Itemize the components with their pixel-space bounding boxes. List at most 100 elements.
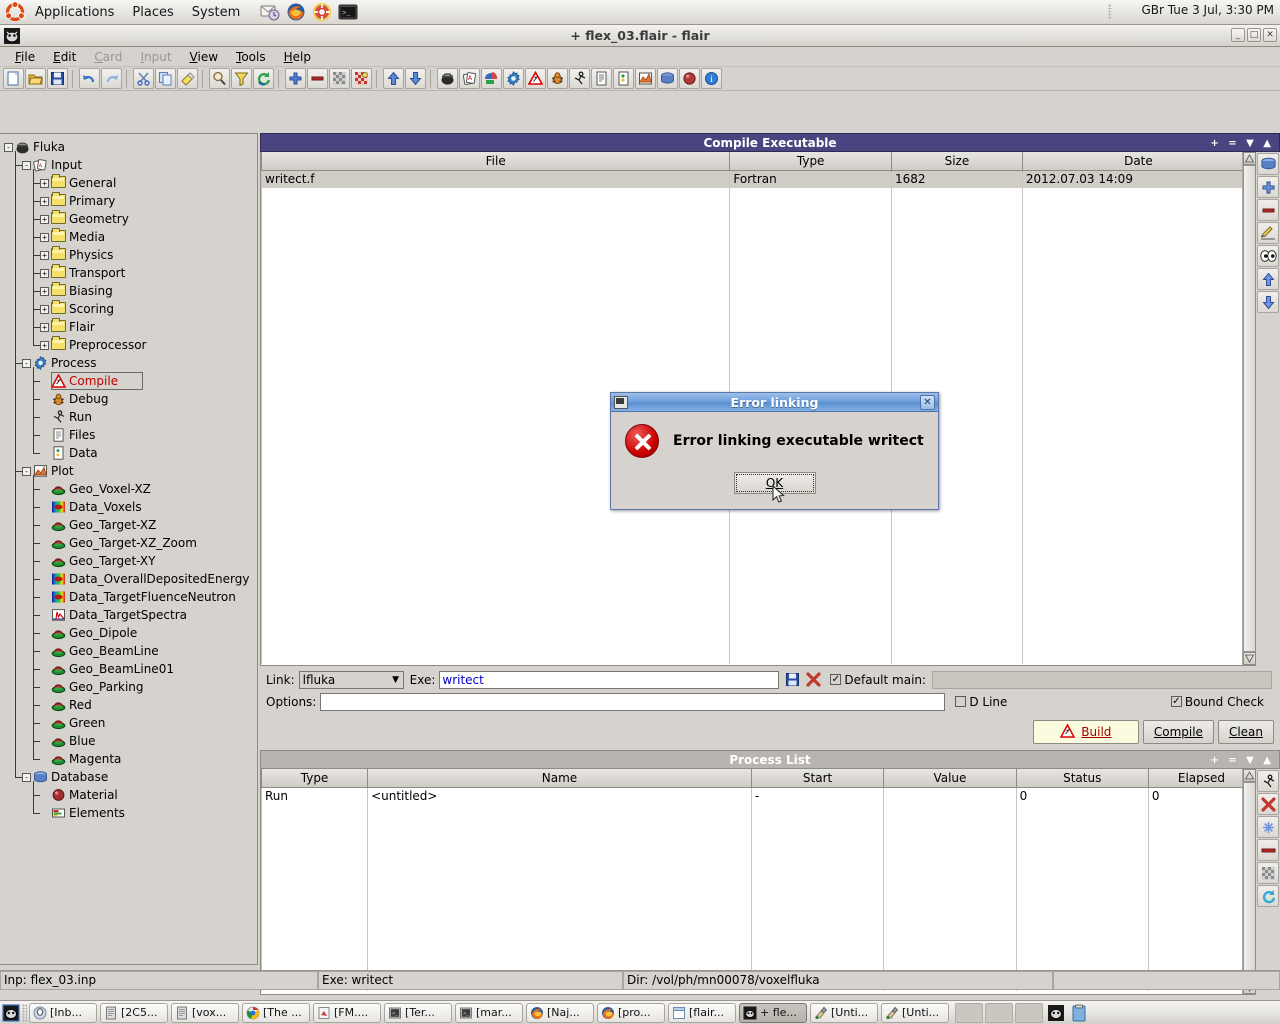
move-up-icon[interactable] <box>1257 268 1279 290</box>
tree-item-general[interactable]: + General <box>4 174 257 192</box>
add-plus-icon[interactable] <box>285 68 306 89</box>
tree-item-run[interactable]: Run <box>4 408 257 426</box>
expand-toggle-icon[interactable]: + <box>40 250 49 260</box>
compile-button[interactable]: Compile <box>1142 720 1214 744</box>
info-icon[interactable]: i <box>701 68 722 89</box>
run-person-icon[interactable] <box>1257 770 1279 792</box>
table-row[interactable]: writect.f Fortran 1682 2012.07.03 14:09 <box>261 170 1255 188</box>
menu-file[interactable]: File <box>6 48 44 66</box>
taskbar-button[interactable]: [Naj... <box>526 1002 594 1023</box>
process-list-table[interactable]: Type Name Start Value Status Elapsed Run… <box>261 769 1255 991</box>
ubuntu-logo-icon[interactable] <box>4 1 26 22</box>
plot-chart-icon[interactable] <box>635 68 656 89</box>
sync-cyan-icon[interactable] <box>1257 885 1279 907</box>
process-gear-icon[interactable] <box>503 68 524 89</box>
expand-toggle-icon[interactable]: + <box>40 286 49 296</box>
tree-item-preprocessor[interactable]: + Preprocessor <box>4 336 257 354</box>
table-row[interactable]: Run <untitled> - 0 0 <box>261 787 1255 805</box>
taskbar-button[interactable]: [FM.... <box>313 1002 381 1023</box>
tree-item-flair[interactable]: + Flair <box>4 318 257 336</box>
tree-item-input[interactable]: - A Input <box>4 156 257 174</box>
tree-item-geo-target-xy[interactable]: Geo_Target-XY <box>4 552 257 570</box>
bound-check-checkbox[interactable]: ✓ <box>1170 696 1182 707</box>
system-menu[interactable]: System <box>184 3 248 22</box>
files-doc-icon[interactable] <box>591 68 612 89</box>
taskbar-button[interactable]: >_ [Ter... <box>384 1002 452 1023</box>
tree-item-geo-parking[interactable]: Geo_Parking <box>4 678 257 696</box>
scroll-thumb[interactable] <box>1243 782 1255 981</box>
database-icon[interactable] <box>657 68 678 89</box>
copy-icon[interactable] <box>155 68 176 89</box>
dialog-titlebar[interactable]: Error linking ✕ <box>611 393 938 412</box>
flair-tray-icon[interactable] <box>1047 1004 1065 1022</box>
fluka-pot-icon[interactable] <box>437 68 458 89</box>
column-header-start[interactable]: Start <box>750 769 885 788</box>
collapse-toggle-icon[interactable]: - <box>22 772 31 782</box>
remove-minus-icon[interactable] <box>307 68 328 89</box>
tree-item-process[interactable]: - Process <box>4 354 257 372</box>
tree-item-biasing[interactable]: + Biasing <box>4 282 257 300</box>
tree-item-geo-beamline[interactable]: Geo_BeamLine <box>4 642 257 660</box>
process-panel-header[interactable]: Process List + = ▼ ▲ <box>260 750 1280 769</box>
expand-toggle-icon[interactable]: + <box>40 232 49 242</box>
tree-item-files[interactable]: Files <box>4 426 257 444</box>
expand-toggle-icon[interactable]: + <box>40 304 49 314</box>
column-header-elapsed[interactable]: Elapsed <box>1147 769 1255 788</box>
tree-item-blue[interactable]: Blue <box>4 732 257 750</box>
new-file-icon[interactable] <box>3 68 24 89</box>
scroll-up-arrow[interactable] <box>1243 769 1255 782</box>
edit-pencil-icon[interactable] <box>1257 222 1279 244</box>
database-icon[interactable] <box>1257 153 1279 175</box>
tree-item-compile[interactable]: Compile <box>4 372 257 390</box>
collapse-toggle-icon[interactable]: - <box>22 358 31 368</box>
collapse-toggle-icon[interactable]: - <box>22 466 31 476</box>
default-main-checkbox[interactable]: ✓ <box>830 674 842 685</box>
tree-item-green[interactable]: Green <box>4 714 257 732</box>
taskbar-button[interactable]: [2C5... <box>100 1002 168 1023</box>
exe-input[interactable]: writect <box>439 670 780 689</box>
close-button[interactable]: ✕ <box>1263 28 1277 42</box>
run-person-icon[interactable] <box>569 68 590 89</box>
collapse-toggle-icon[interactable]: - <box>22 160 31 170</box>
tree-item-geo-beamline01[interactable]: Geo_BeamLine01 <box>4 660 257 678</box>
column-header-value[interactable]: Value <box>883 769 1017 788</box>
navigation-tree[interactable]: - Fluka - A Input + General + Primary + Geometry + M… <box>0 133 258 965</box>
undo-icon[interactable] <box>79 68 100 89</box>
tree-item-data[interactable]: Data <box>4 444 257 462</box>
clean-button[interactable]: Clean <box>1217 720 1274 744</box>
tree-item-data-targetfluenceneutron[interactable]: Data_TargetFluenceNeutron <box>4 588 257 606</box>
tree-item-plot[interactable]: - Plot <box>4 462 257 480</box>
remove-minus-icon[interactable] <box>1257 199 1279 221</box>
terminal-icon[interactable]: >_ <box>337 2 359 22</box>
close-icon[interactable]: ✕ <box>920 395 935 410</box>
panel-header-controls[interactable]: + = ▼ ▲ <box>1210 751 1274 770</box>
maximize-button[interactable]: □ <box>1247 28 1261 42</box>
minimize-button[interactable]: _ <box>1231 28 1245 42</box>
expand-toggle-icon[interactable]: + <box>40 268 49 278</box>
checker-red-icon[interactable] <box>351 68 372 89</box>
tree-item-material[interactable]: Material <box>4 786 257 804</box>
tree-item-transport[interactable]: + Transport <box>4 264 257 282</box>
taskbar-button[interactable]: [Unti... <box>881 1002 949 1023</box>
scroll-down-arrow[interactable] <box>1243 652 1255 665</box>
expand-toggle-icon[interactable]: + <box>40 178 49 188</box>
menu-edit[interactable]: Edit <box>44 48 85 66</box>
data-icon[interactable] <box>613 68 634 89</box>
tree-item-magenta[interactable]: Magenta <box>4 750 257 768</box>
tree-item-physics[interactable]: + Physics <box>4 246 257 264</box>
delete-red-x-icon[interactable] <box>804 671 822 689</box>
applications-menu[interactable]: Applications <box>27 3 122 22</box>
places-menu[interactable]: Places <box>124 3 181 22</box>
tree-item-database[interactable]: - Database <box>4 768 257 786</box>
open-folder-icon[interactable] <box>25 68 46 89</box>
column-header-file[interactable]: File <box>261 152 731 171</box>
geometry-icon[interactable] <box>481 68 502 89</box>
search-magnifier-icon[interactable] <box>209 68 230 89</box>
column-header-type[interactable]: Type <box>261 769 369 788</box>
menu-tools[interactable]: Tools <box>227 48 275 66</box>
tree-item-red[interactable]: Red <box>4 696 257 714</box>
tree-item-geo-target-xz[interactable]: Geo_Target-XZ <box>4 516 257 534</box>
chevron-down-icon[interactable]: ▼ <box>389 672 403 688</box>
expand-toggle-icon[interactable]: + <box>40 322 49 332</box>
tree-item-primary[interactable]: + Primary <box>4 192 257 210</box>
